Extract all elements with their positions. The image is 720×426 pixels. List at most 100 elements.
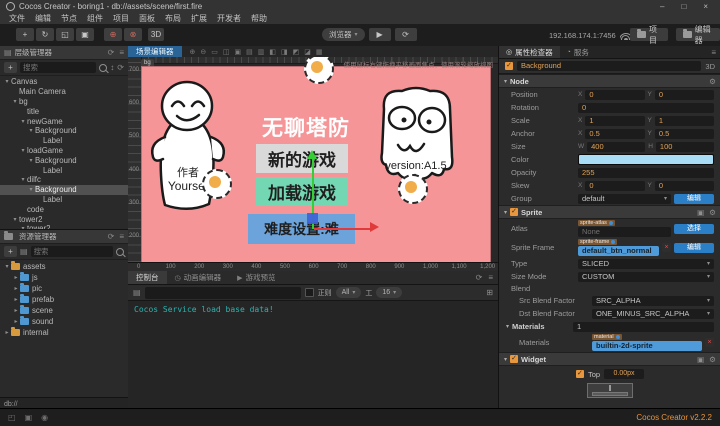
expand-arrow-icon[interactable]: ▾ (27, 157, 35, 164)
search-icon[interactable] (116, 248, 124, 256)
gear-icon[interactable]: ⚙ (709, 208, 716, 217)
gizmo-xy-handle[interactable] (307, 213, 318, 224)
expand-arrow-icon[interactable]: ▾ (19, 147, 27, 154)
materials-count-field[interactable]: 1 (573, 322, 714, 332)
refresh-button[interactable]: ⟳ (395, 28, 417, 41)
status-icon[interactable]: ◉ (41, 413, 48, 422)
widget-enabled-checkbox[interactable]: ✓ (510, 355, 518, 363)
tab-animation-editor[interactable]: ◷动画编辑器 (167, 271, 230, 284)
scene-tool-icon[interactable]: ⊕ (190, 48, 196, 56)
transform-tool-icon[interactable]: + (16, 28, 34, 41)
popup-icon[interactable]: ⊞ (486, 288, 493, 297)
gizmo-x-axis[interactable] (314, 228, 372, 230)
tree-node-dilfc[interactable]: ▾dilfc (0, 175, 128, 185)
expand-arrow-icon[interactable]: ▾ (11, 98, 19, 105)
log-level-dropdown[interactable]: All▾ (336, 287, 362, 298)
close-button[interactable]: × (703, 2, 708, 11)
filter-icon[interactable]: ▤ (20, 247, 28, 256)
tree-node-background[interactable]: ▾Background (0, 126, 128, 136)
regex-checkbox[interactable] (305, 288, 314, 297)
node-name-field[interactable]: Background (517, 61, 701, 71)
minimize-button[interactable]: – (660, 2, 664, 11)
scene-tool-icon[interactable]: ▥ (258, 48, 265, 56)
collapse-arrow-icon[interactable]: ▾ (504, 78, 507, 85)
widget-section-header[interactable]: ▾ ✓ Widget ▣⚙ (499, 352, 720, 366)
gear-icon[interactable]: ⚙ (709, 77, 716, 86)
scene-tool-icon[interactable]: ◩ (293, 48, 300, 56)
edit-sprite-button[interactable]: 编辑 (674, 243, 714, 253)
assets-search-input[interactable] (31, 246, 113, 257)
skew-x-field[interactable]: 0 (585, 181, 644, 191)
scale-y-field[interactable]: 1 (655, 116, 714, 126)
play-button[interactable]: ▶ (369, 28, 391, 41)
expand-arrow-icon[interactable]: ▸ (12, 274, 20, 281)
expand-arrow-icon[interactable]: ▾ (19, 176, 27, 183)
select-atlas-button[interactable]: 选择 (674, 224, 714, 234)
tree-node-title[interactable]: title (0, 106, 128, 116)
new-game-button[interactable]: 新的游戏 (256, 144, 348, 173)
position-x-field[interactable]: 0 (585, 90, 644, 100)
console-filter-input[interactable] (145, 287, 301, 299)
menu-item[interactable]: 编辑 (30, 13, 56, 24)
add-asset-button[interactable]: + (4, 246, 17, 257)
scene-tool-icon[interactable]: ◫ (223, 48, 230, 56)
expand-arrow-icon[interactable]: ▸ (12, 307, 20, 314)
expand-arrow-icon[interactable]: ▾ (19, 118, 27, 125)
sort-icon[interactable]: ↕ (110, 63, 114, 72)
expand-arrow-icon[interactable]: ▸ (12, 318, 20, 325)
tree-node-main-camera[interactable]: Main Camera (0, 87, 128, 97)
collapse-arrow-icon[interactable]: ▾ (506, 323, 509, 330)
status-icon[interactable]: ◰ (8, 413, 16, 422)
tab-properties[interactable]: ◎属性检查器 (499, 46, 560, 58)
maximize-button[interactable]: □ (681, 2, 686, 11)
menu-item[interactable]: 布局 (160, 13, 186, 24)
sprite-enabled-checkbox[interactable]: ✓ (510, 208, 518, 216)
anchor-x-field[interactable]: 0.5 (585, 129, 644, 139)
color-swatch[interactable] (578, 154, 714, 165)
3d-mode-button[interactable]: 3D (148, 28, 164, 41)
scene-tool-icon[interactable]: ▦ (316, 48, 323, 56)
expand-arrow-icon[interactable]: ▸ (3, 329, 11, 336)
copy-icon[interactable]: ▣ (697, 355, 704, 364)
tree-node-canvas[interactable]: ▾Canvas (0, 77, 128, 87)
sprite-section-header[interactable]: ▾ ✓ Sprite ▣⚙ (499, 205, 720, 219)
widget-alignment-diagram[interactable] (587, 383, 633, 398)
gizmo-x-arrow-icon[interactable] (370, 222, 379, 232)
type-dropdown[interactable]: SLICED▾ (578, 259, 714, 269)
scale-x-field[interactable]: 1 (585, 116, 644, 126)
collapse-arrow-icon[interactable]: ▾ (504, 209, 507, 216)
expand-arrow-icon[interactable]: ▾ (27, 127, 35, 134)
collapse-arrow-icon[interactable]: ▾ (504, 356, 507, 363)
sprite-frame-field[interactable]: default_btn_normal (578, 246, 659, 256)
top-offset-field[interactable]: 0.00px (604, 369, 644, 379)
asset-folder-pic[interactable]: ▸pic (0, 283, 128, 294)
anchor-y-field[interactable]: 0.5 (655, 129, 714, 139)
refresh-icon[interactable]: ⟳ (476, 273, 483, 282)
copy-icon[interactable]: ▣ (697, 208, 704, 217)
opacity-field[interactable]: 255 (578, 168, 714, 178)
node-section-header[interactable]: ▾ Node ⚙ (499, 74, 720, 88)
expand-arrow-icon[interactable]: ▸ (12, 296, 20, 303)
size-h-field[interactable]: 100 (656, 142, 714, 152)
load-game-button[interactable]: 加载游戏 (256, 177, 348, 206)
scene-tool-icon[interactable]: ◨ (281, 48, 288, 56)
egg-decoration[interactable] (304, 57, 334, 84)
asset-folder-js[interactable]: ▸js (0, 272, 128, 283)
asset-folder-scene[interactable]: ▸scene (0, 305, 128, 316)
gizmo-toggle-icon[interactable]: ⊕ (104, 28, 122, 41)
egg-decoration[interactable] (398, 174, 428, 204)
expand-arrow-icon[interactable]: ▾ (3, 78, 11, 85)
add-node-button[interactable]: + (4, 62, 17, 73)
gizmo-y-arrow-icon[interactable] (307, 150, 317, 159)
tab-scene-editor[interactable]: 场景编辑器 (128, 46, 182, 57)
sync-icon[interactable]: ⟳ (117, 63, 124, 72)
panel-menu-icon[interactable]: ≡ (119, 232, 124, 241)
tree-node-bg[interactable]: ▾bg (0, 97, 128, 107)
align-top-checkbox[interactable]: ✓ (576, 370, 584, 378)
src-blend-dropdown[interactable]: SRC_ALPHA▾ (592, 296, 714, 306)
size-w-field[interactable]: 400 (587, 142, 645, 152)
tree-node-code[interactable]: code (0, 204, 128, 214)
expand-arrow-icon[interactable]: ▸ (12, 285, 20, 292)
tree-node-tower2[interactable]: ▾tower2 (0, 214, 128, 224)
atlas-field[interactable]: None (578, 227, 671, 237)
